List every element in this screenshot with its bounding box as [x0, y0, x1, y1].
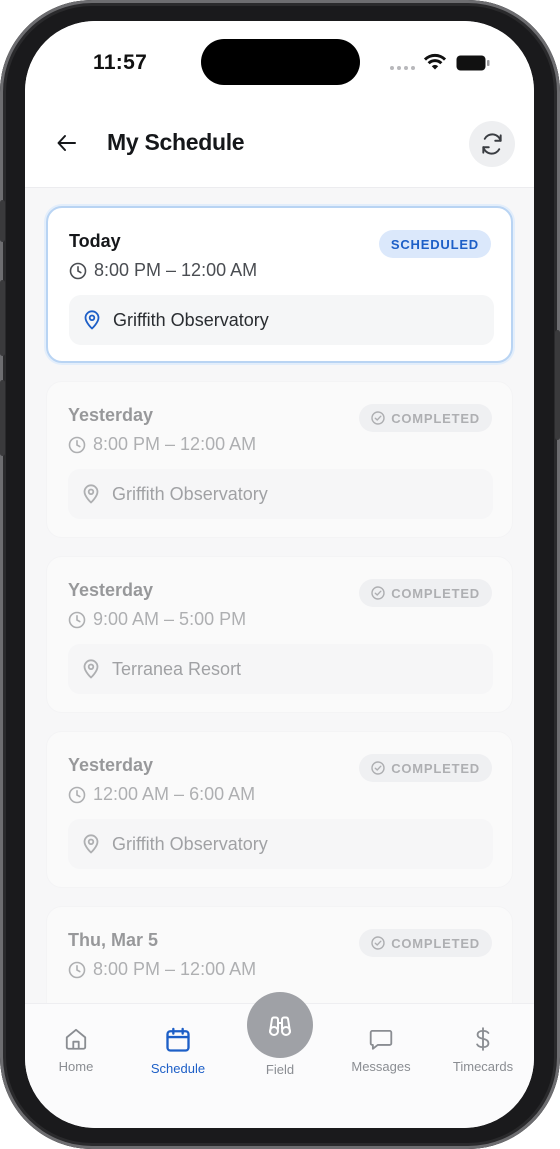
shift-hours-text: 8:00 PM – 12:00 AM: [93, 959, 257, 979]
shift-day: Yesterday: [68, 755, 154, 775]
refresh-button[interactable]: [469, 121, 515, 167]
app-header: My Schedule: [25, 101, 534, 188]
tab-timecards[interactable]: Timecards: [438, 1026, 528, 1074]
action-button: [0, 200, 5, 242]
volume-up-button: [0, 280, 5, 356]
back-arrow-icon[interactable]: [55, 131, 79, 155]
check-circle-icon: [371, 761, 385, 775]
battery-icon: [456, 55, 490, 71]
status-time: 11:57: [93, 51, 148, 74]
shift-day: Thu, Mar 5: [68, 930, 159, 950]
shift-location-text: Griffith Observatory: [112, 833, 268, 854]
tab-field-label: Field: [265, 1062, 295, 1077]
tab-home[interactable]: Home: [31, 1026, 121, 1074]
tab-schedule[interactable]: Schedule: [133, 1026, 223, 1076]
dollar-icon: [476, 1027, 490, 1051]
shift-hours: 12:00 AM – 6:00 AM: [68, 784, 255, 805]
phone-frame: 11:57 My Schedule Today 8:00 PM – 12:00 …: [0, 0, 560, 1149]
shift-card[interactable]: Yesterday 9:00 AM – 5:00 PM COMPLETED Te…: [46, 556, 513, 713]
shift-location: Griffith Observatory: [68, 819, 493, 869]
clock-icon: [68, 611, 86, 628]
field-button[interactable]: [247, 992, 313, 1058]
status-bar: 11:57: [25, 21, 534, 101]
location-pin-icon: [84, 310, 100, 330]
shift-card[interactable]: Yesterday 8:00 PM – 12:00 AM COMPLETED G…: [46, 381, 513, 538]
clock-icon: [68, 436, 86, 453]
volume-down-button: [0, 380, 5, 456]
refresh-icon: [482, 133, 502, 155]
tab-home-label: Home: [58, 1059, 94, 1074]
shift-day: Today: [69, 231, 121, 251]
status-badge-label: COMPLETED: [391, 410, 480, 426]
shift-card[interactable]: Yesterday 12:00 AM – 6:00 AM COMPLETED G…: [46, 731, 513, 888]
shift-hours-text: 12:00 AM – 6:00 AM: [93, 784, 256, 804]
binoculars-icon: [269, 1016, 291, 1036]
shift-location-text: Griffith Observatory: [112, 483, 268, 504]
shift-location: Griffith Observatory: [69, 295, 494, 345]
shift-location: Terranea Resort: [68, 644, 493, 694]
check-circle-icon: [371, 936, 385, 950]
shift-location-text: Griffith Observatory: [113, 309, 269, 330]
shift-location-text: Terranea Resort: [112, 658, 242, 679]
shift-day: Yesterday: [68, 405, 154, 425]
message-bubble-icon: [369, 1029, 393, 1050]
shift-hours-text: 8:00 PM – 12:00 AM: [94, 260, 258, 280]
screen: 11:57 My Schedule Today 8:00 PM – 12:00 …: [25, 21, 534, 1128]
tab-schedule-label: Schedule: [150, 1061, 206, 1076]
location-pin-icon: [83, 484, 99, 504]
shift-hours-text: 8:00 PM – 12:00 AM: [93, 434, 257, 454]
shift-card[interactable]: Today 8:00 PM – 12:00 AM SCHEDULED Griff…: [46, 206, 513, 363]
shift-hours: 8:00 PM – 12:00 AM: [69, 260, 257, 281]
check-circle-icon: [371, 411, 385, 425]
status-badge-label: COMPLETED: [391, 935, 480, 951]
status-badge-label: SCHEDULED: [390, 236, 479, 252]
location-pin-icon: [83, 659, 99, 679]
shift-hours-text: 9:00 AM – 5:00 PM: [93, 609, 247, 629]
status-badge: COMPLETED: [359, 929, 492, 957]
cellular-signal-icon: [390, 66, 415, 70]
location-pin-icon: [83, 834, 99, 854]
status-badge-label: COMPLETED: [391, 585, 480, 601]
wifi-icon: [423, 53, 447, 70]
status-badge: COMPLETED: [359, 579, 492, 607]
shift-hours: 8:00 PM – 12:00 AM: [68, 959, 256, 980]
clock-icon: [68, 786, 86, 803]
clock-icon: [69, 262, 87, 279]
tab-messages-label: Messages: [351, 1059, 411, 1074]
calendar-icon: [166, 1027, 190, 1052]
home-icon: [65, 1028, 87, 1050]
dynamic-island: [201, 39, 360, 85]
page-title: My Schedule: [107, 129, 245, 155]
shift-hours: 8:00 PM – 12:00 AM: [68, 434, 256, 455]
status-badge: COMPLETED: [359, 404, 492, 432]
shift-location: Griffith Observatory: [68, 469, 493, 519]
tab-bar: Home Schedule Field Messages Timecards: [25, 992, 534, 1128]
status-badge-label: COMPLETED: [391, 760, 480, 776]
tab-timecards-label: Timecards: [452, 1059, 514, 1074]
power-button: [555, 330, 560, 440]
shift-hours: 9:00 AM – 5:00 PM: [68, 609, 246, 630]
clock-icon: [68, 961, 86, 978]
status-badge: COMPLETED: [359, 754, 492, 782]
check-circle-icon: [371, 586, 385, 600]
tab-messages[interactable]: Messages: [336, 1026, 426, 1074]
shift-day: Yesterday: [68, 580, 154, 600]
status-badge: SCHEDULED: [378, 230, 491, 258]
